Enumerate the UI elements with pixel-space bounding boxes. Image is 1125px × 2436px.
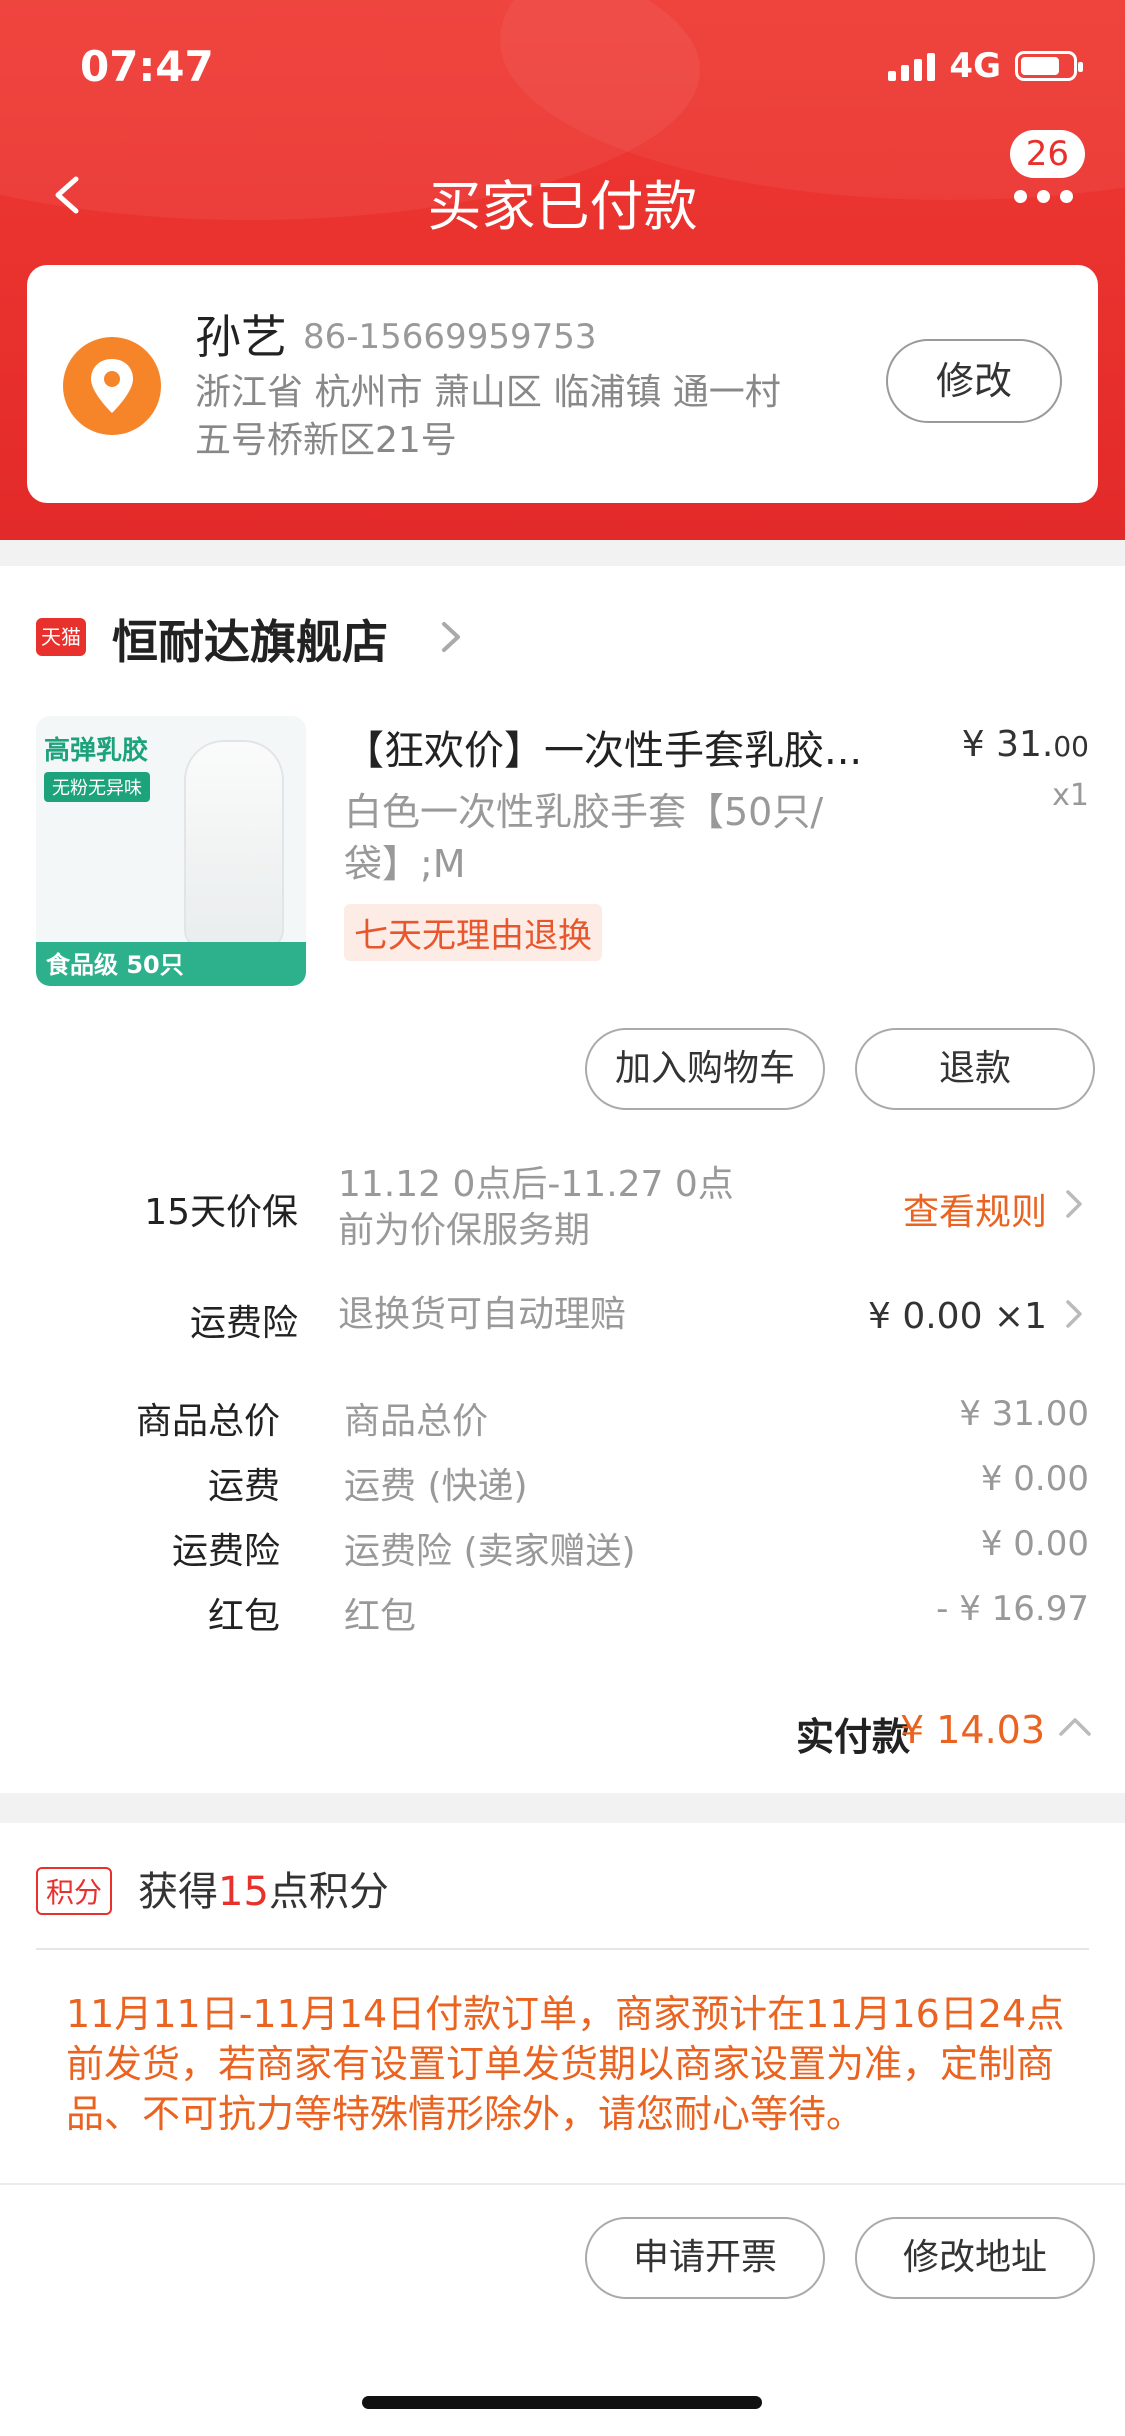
summary-value: ¥ 0.00 (980, 1459, 1089, 1499)
signal-icon (888, 51, 936, 81)
points-suffix: 点积分 (268, 1869, 389, 1915)
address-line-1: 浙江省 杭州市 萧山区 临浦镇 通一村 (195, 372, 781, 413)
view-rules-link[interactable]: 查看规则 (903, 1183, 1047, 1235)
edit-address-button[interactable]: 修改 (886, 339, 1062, 423)
return-policy-tag: 七天无理由退换 (344, 904, 602, 961)
summary-label: 运费 (207, 1466, 280, 1507)
thumb-subtitle: 无粉无异味 (44, 772, 150, 802)
recipient-address: 浙江省 杭州市 萧山区 临浦镇 通一村 五号桥新区21号 (195, 369, 845, 465)
more-button[interactable]: 26 (995, 130, 1095, 220)
message-badge: 26 (1009, 130, 1085, 178)
points-text: 获得15点积分 (138, 1859, 389, 1917)
insurance-label: 运费险 (189, 1303, 298, 1344)
location-pin-icon (63, 337, 161, 435)
summary-desc: 商品总价 (344, 1401, 489, 1442)
summary-desc: 运费 (快递) (344, 1466, 528, 1507)
order-card: 天猫 恒耐达旗舰店 高弹乳胶 无粉无异味 食品级 50只 【狂欢价】一次性手套乳… (0, 566, 1125, 1793)
points-number: 15 (218, 1869, 269, 1915)
paid-label: 实付款 (795, 1715, 910, 1759)
chevron-right-icon[interactable] (1063, 1296, 1085, 1332)
price-decimal: 00 (1053, 730, 1089, 763)
summary-label: 红包 (207, 1596, 280, 1637)
network-type: 4G (949, 46, 1001, 86)
home-indicator[interactable] (362, 2396, 762, 2409)
chevron-right-icon[interactable] (432, 614, 472, 660)
shipping-notice: 11月11日-11月14日付款订单，商家预计在11月16日24点前发货，若商家有… (66, 1992, 1065, 2136)
summary-label: 商品总价 (135, 1401, 280, 1442)
product-thumbnail[interactable]: 高弹乳胶 无粉无异味 食品级 50只 (36, 716, 306, 986)
price-integer: ¥ 31. (961, 724, 1054, 765)
store-name[interactable]: 恒耐达旗舰店 (112, 606, 388, 672)
price-protect-desc-line1: 11.12 0点后-11.27 0点 (338, 1164, 734, 1205)
product-spec: 白色一次性乳胶手套【50只/袋】;M (344, 790, 824, 886)
battery-icon (1015, 51, 1083, 81)
points-prefix: 获得 (138, 1869, 218, 1915)
status-time: 07:47 (80, 42, 214, 91)
price-protect-desc-line2: 前为价保服务期 (338, 1210, 591, 1251)
address-card[interactable]: 孙艺 86-15669959753 浙江省 杭州市 萧山区 临浦镇 通一村 五号… (27, 265, 1098, 503)
redpacket-value: - ¥ 16.97 (936, 1589, 1089, 1629)
more-icon (1014, 190, 1073, 203)
chevron-right-icon[interactable] (1063, 1186, 1085, 1222)
insurance-value: ¥ 0.00 ×1 (867, 1296, 1047, 1337)
summary-label: 运费险 (171, 1531, 280, 1572)
summary-desc: 运费险 (卖家赠送) (344, 1531, 636, 1572)
price-protect-desc: 11.12 0点后-11.27 0点 前为价保服务期 (338, 1162, 734, 1254)
price-protect-label: 15天价保 (144, 1192, 298, 1233)
points-tag: 积分 (36, 1867, 113, 1915)
summary-desc: 红包 (344, 1596, 417, 1637)
recipient-name: 孙艺 (195, 310, 287, 364)
points-card: 积分 获得15点积分 11月11日-11月14日付款订单，商家预计在11月16日… (0, 1823, 1125, 2183)
product-quantity: x1 (1052, 778, 1089, 813)
insurance-desc: 退换货可自动理赔 (338, 1294, 627, 1335)
divider (36, 1948, 1089, 1950)
product-title[interactable]: 【狂欢价】一次性手套乳胶... (344, 718, 904, 776)
summary-value: ¥ 0.00 (980, 1524, 1089, 1564)
tmall-logo: 天猫 (36, 618, 86, 656)
page-title: 买家已付款 (427, 175, 698, 238)
recipient-phone: 86-15669959753 (303, 317, 597, 357)
change-address-button[interactable]: 修改地址 (855, 2217, 1095, 2299)
glove-image (184, 740, 284, 950)
summary-value: ¥ 31.00 (959, 1394, 1089, 1434)
paid-value: ¥ 14.03 (899, 1708, 1045, 1752)
product-price: ¥ 31.00 (962, 724, 1089, 765)
refund-button[interactable]: 退款 (855, 1028, 1095, 1110)
add-to-cart-button[interactable]: 加入购物车 (585, 1028, 825, 1110)
address-line-2: 五号桥新区21号 (195, 420, 457, 461)
apply-invoice-button[interactable]: 申请开票 (585, 2217, 825, 2299)
thumb-bottom-label: 食品级 50只 (46, 951, 184, 979)
chevron-up-icon[interactable] (1055, 1712, 1095, 1742)
status-indicators: 4G (888, 46, 1083, 86)
thumb-title: 高弹乳胶 (44, 736, 149, 766)
